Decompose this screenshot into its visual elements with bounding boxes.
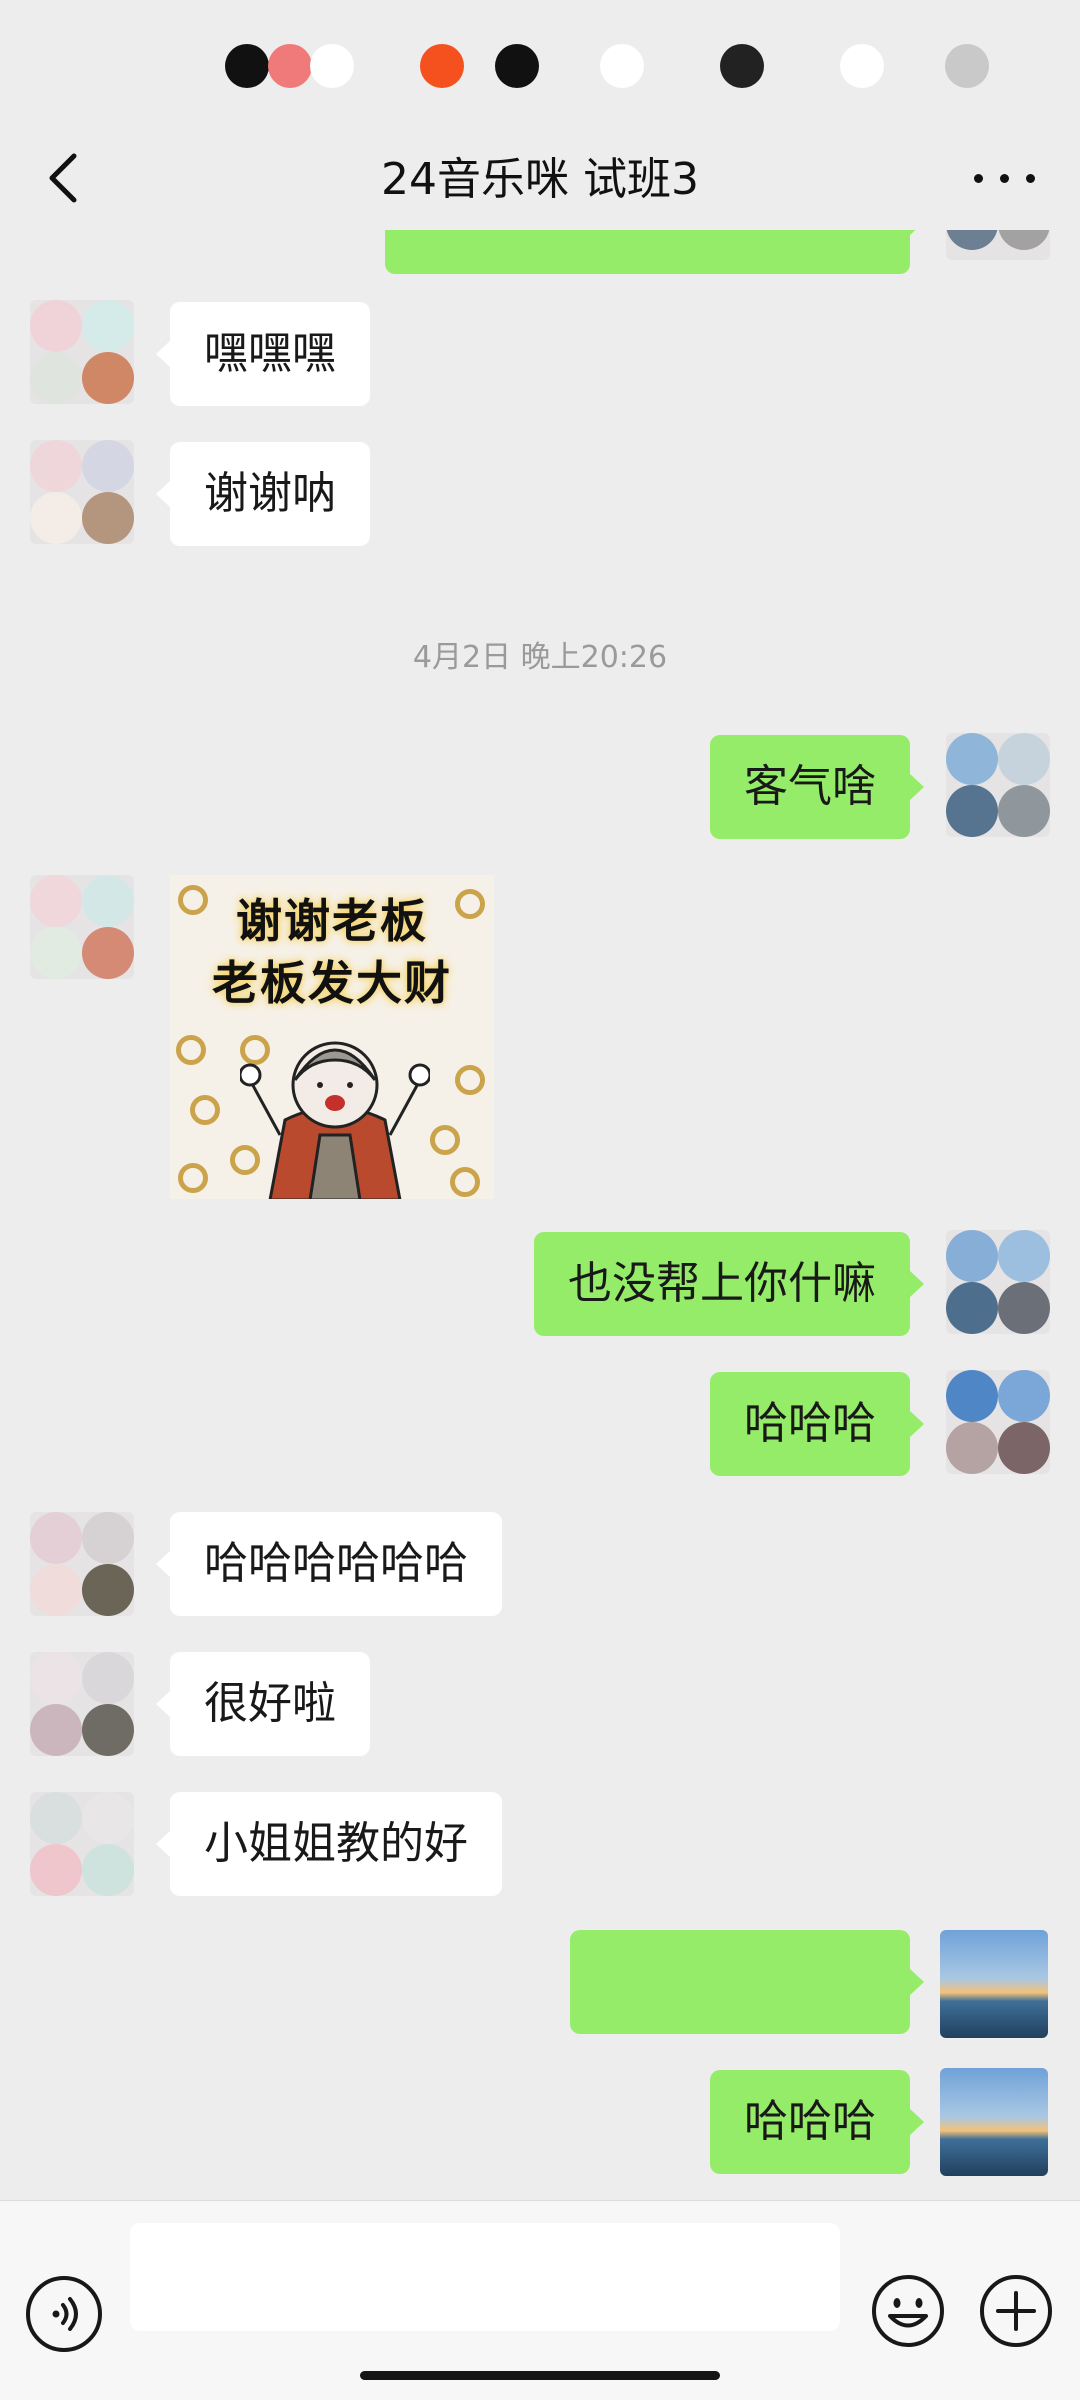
message-bubble-incoming[interactable]: 哈哈哈哈哈哈: [156, 1512, 502, 1616]
avatar[interactable]: [30, 300, 134, 404]
message-list[interactable]: 嘿嘿嘿 谢谢呐 4月2日 晚上20:26 客气啥 谢谢老板 老板发大财 也没帮上…: [0, 230, 1080, 2200]
avatar[interactable]: [30, 440, 134, 544]
chat-title: 24音乐咪 试班3: [381, 154, 699, 205]
avatar[interactable]: [30, 1652, 134, 1756]
message-bubble-incoming[interactable]: 谢谢呐: [156, 442, 370, 546]
message-bubble-outgoing[interactable]: 客气啥: [710, 735, 924, 839]
sticker-image[interactable]: 谢谢老板 老板发大财: [170, 875, 494, 1199]
avatar[interactable]: [946, 1230, 1050, 1334]
status-icon: [268, 44, 312, 88]
more-dots-icon[interactable]: [970, 158, 1040, 198]
message-bubble-outgoing[interactable]: [385, 230, 924, 274]
plus-icon[interactable]: [978, 2273, 1054, 2349]
home-indicator[interactable]: [360, 2371, 720, 2380]
chat-header: 24音乐咪 试班3: [0, 130, 1080, 230]
emoji-icon[interactable]: [870, 2273, 946, 2349]
status-icon: [310, 44, 354, 88]
status-icon: [840, 44, 884, 88]
avatar[interactable]: [940, 1930, 1048, 2038]
status-icon: [495, 44, 539, 88]
avatar[interactable]: [30, 875, 134, 979]
sticker-caption-line1: 谢谢老板: [236, 894, 428, 948]
status-bar: [0, 0, 1080, 130]
message-bubble-incoming[interactable]: 很好啦: [156, 1652, 370, 1756]
message-timestamp: 4月2日 晚上20:26: [412, 640, 668, 675]
message-bubble-incoming[interactable]: 嘿嘿嘿: [156, 302, 370, 406]
message-input[interactable]: [130, 2223, 840, 2331]
status-icon: [720, 44, 764, 88]
avatar[interactable]: [946, 733, 1050, 837]
message-bubble-outgoing[interactable]: 哈哈哈: [710, 2070, 924, 2174]
status-icon: [225, 44, 269, 88]
message-bubble-outgoing[interactable]: 哈哈哈: [710, 1372, 924, 1476]
message-bubble-outgoing[interactable]: [570, 1930, 924, 2034]
status-icon: [945, 44, 989, 88]
sticker-character-icon: [240, 1041, 430, 1199]
avatar[interactable]: [30, 1512, 134, 1616]
voice-icon[interactable]: [26, 2276, 102, 2352]
sticker-caption-line2: 老板发大财: [212, 956, 452, 1010]
status-icon: [600, 44, 644, 88]
avatar[interactable]: [946, 1370, 1050, 1474]
message-bubble-outgoing[interactable]: 也没帮上你什嘛: [534, 1232, 924, 1336]
input-bar: [0, 2200, 1080, 2400]
message-bubble-incoming[interactable]: 小姐姐教的好: [156, 1792, 502, 1896]
status-icon: [420, 44, 464, 88]
avatar[interactable]: [946, 230, 1050, 260]
avatar[interactable]: [30, 1792, 134, 1896]
avatar[interactable]: [940, 2068, 1048, 2176]
